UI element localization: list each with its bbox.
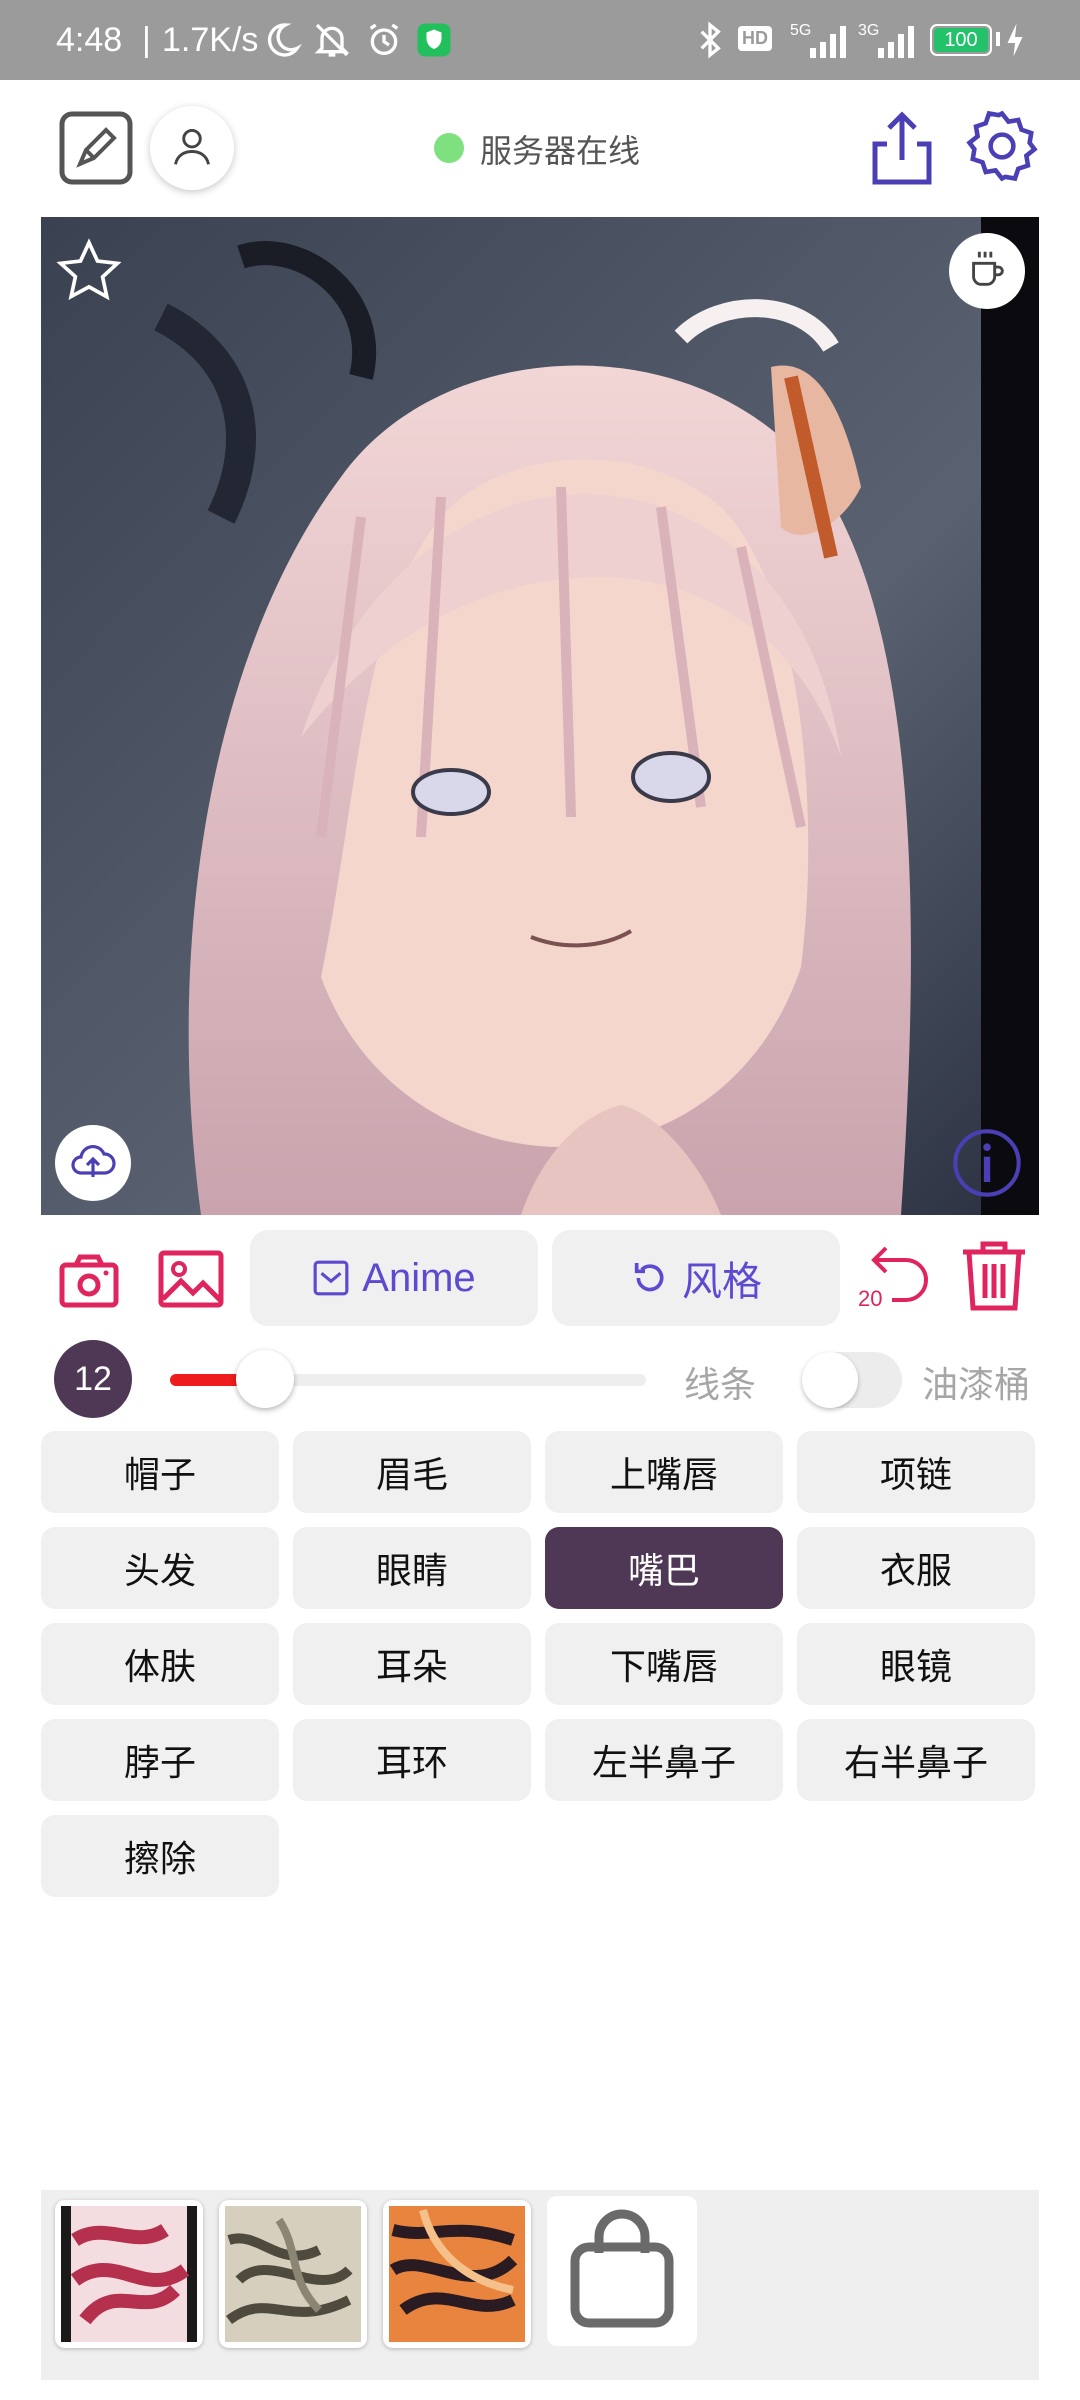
- thumbnail-image: [225, 2206, 361, 2342]
- charging-icon: [1004, 22, 1026, 62]
- label-chip[interactable]: 体肤: [41, 1623, 279, 1705]
- label-chip[interactable]: 脖子: [41, 1719, 279, 1801]
- drawing-canvas[interactable]: [41, 217, 1039, 1215]
- info-icon: [949, 1129, 1025, 1205]
- label-chip[interactable]: 衣服: [797, 1527, 1035, 1609]
- signal-icon: [800, 24, 850, 64]
- delete-button[interactable]: [956, 1238, 1032, 1318]
- label-chip[interactable]: 眼镜: [797, 1623, 1035, 1705]
- upload-cloud-icon: [69, 1137, 117, 1189]
- label-chip[interactable]: 眼睛: [293, 1527, 531, 1609]
- label-chip[interactable]: 右半鼻子: [797, 1719, 1035, 1801]
- label-chip[interactable]: 眉毛: [293, 1431, 531, 1513]
- server-status-dot: [434, 133, 464, 163]
- signal-icon-2: [868, 24, 918, 64]
- hd-badge: HD: [738, 26, 772, 51]
- favorite-button[interactable]: [55, 237, 123, 309]
- thumbnail-image: [389, 2206, 525, 2342]
- battery-level: 100: [944, 29, 978, 51]
- status-time: 4:48: [56, 21, 123, 59]
- canvas-image: [41, 217, 1039, 1215]
- thumbnail-2[interactable]: [219, 2200, 367, 2348]
- label-chip[interactable]: 帽子: [41, 1431, 279, 1513]
- user-icon: [170, 124, 214, 172]
- share-icon: [867, 110, 937, 190]
- coffee-button[interactable]: [949, 233, 1025, 309]
- label-chip[interactable]: 头发: [41, 1527, 279, 1609]
- label-chip[interactable]: 左半鼻子: [545, 1719, 783, 1801]
- refresh-icon: [630, 1258, 670, 1298]
- thumbnail-image: [61, 2206, 197, 2342]
- info-button[interactable]: [949, 1125, 1025, 1205]
- gallery-button[interactable]: [154, 1246, 228, 1316]
- anime-button[interactable]: Anime: [250, 1230, 538, 1326]
- label-chip[interactable]: 上嘴唇: [545, 1431, 783, 1513]
- image-icon: [157, 1249, 225, 1313]
- shield-app-icon: [416, 22, 452, 62]
- camera-button[interactable]: [54, 1248, 124, 1318]
- bluetooth-icon: [690, 20, 730, 64]
- alarm-icon: [364, 20, 404, 64]
- paint-bucket-toggle[interactable]: [802, 1352, 902, 1408]
- star-icon: [55, 238, 123, 309]
- gallery-tray: [41, 2190, 1039, 2380]
- toggle-knob: [802, 1352, 858, 1408]
- coffee-icon: [964, 246, 1010, 296]
- checkbox-icon: [312, 1259, 350, 1297]
- label-chip[interactable]: 项链: [797, 1431, 1035, 1513]
- label-chip[interactable]: 下嘴唇: [545, 1623, 783, 1705]
- server-status-text: 服务器在线: [480, 132, 641, 170]
- camera-icon: [58, 1253, 120, 1313]
- brush-size-badge: 12: [54, 1340, 132, 1418]
- status-bar: 4:48 | 1.7K/s HD 5G 3G 100: [0, 0, 1080, 80]
- undo-button[interactable]: 20: [858, 1238, 934, 1318]
- battery-icon: 100: [930, 24, 992, 56]
- thumbnail-3[interactable]: [383, 2200, 531, 2348]
- settings-button[interactable]: [962, 108, 1042, 188]
- undo-count: 20: [858, 1286, 883, 1311]
- shop-button[interactable]: [547, 2196, 697, 2346]
- style-button[interactable]: 风格: [552, 1230, 840, 1326]
- trash-icon: [959, 1238, 1029, 1318]
- bell-off-icon: [312, 20, 352, 64]
- label-chip-selected[interactable]: 嘴巴: [545, 1527, 783, 1609]
- moon-icon: [262, 20, 302, 64]
- edit-button[interactable]: [56, 110, 136, 190]
- settings-icon: [963, 107, 1041, 189]
- share-button[interactable]: [864, 110, 940, 190]
- line-label: 线条: [684, 1365, 757, 1406]
- label-chip[interactable]: 耳朵: [293, 1623, 531, 1705]
- paint-bucket-label: 油漆桶: [922, 1365, 1031, 1406]
- slider-thumb[interactable]: [236, 1350, 294, 1408]
- style-label: 风格: [682, 1259, 762, 1305]
- label-chip[interactable]: 擦除: [41, 1815, 279, 1897]
- upload-button[interactable]: [55, 1125, 131, 1201]
- label-chip[interactable]: 耳环: [293, 1719, 531, 1801]
- edit-icon: [58, 110, 134, 190]
- brush-size-slider[interactable]: [170, 1350, 646, 1408]
- anime-label: Anime: [362, 1255, 476, 1300]
- status-net-speed: 1.7K/s: [162, 21, 259, 59]
- thumbnail-1[interactable]: [55, 2200, 203, 2348]
- profile-button[interactable]: [150, 106, 234, 190]
- bag-icon: [567, 2209, 677, 2333]
